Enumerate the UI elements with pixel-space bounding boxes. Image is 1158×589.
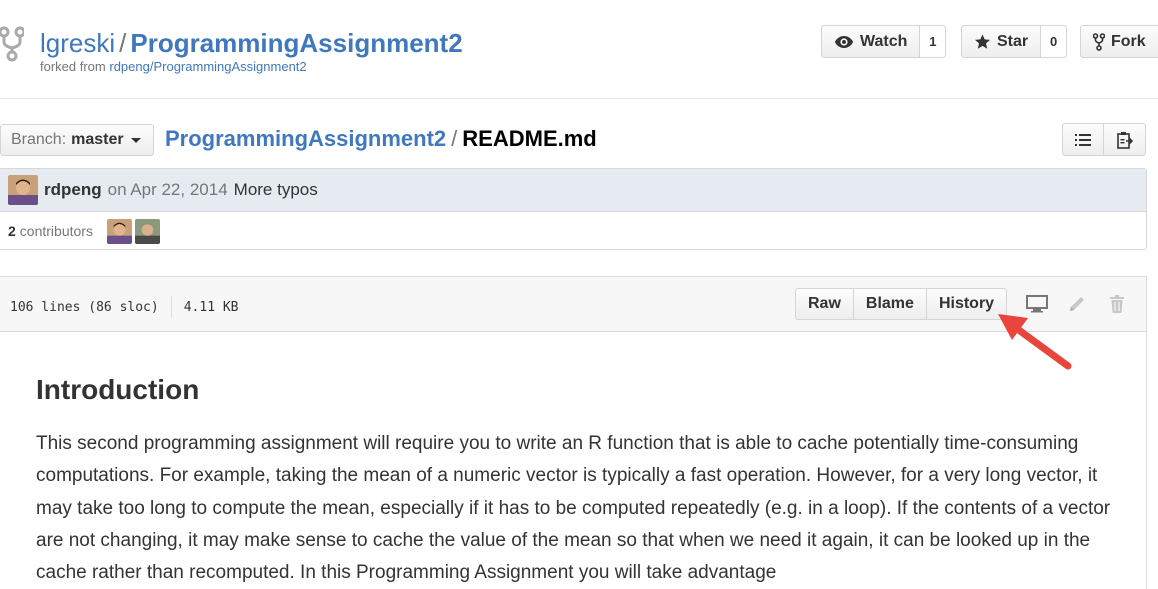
latest-commit: rdpeng on Apr 22, 2014 More typos xyxy=(0,169,1146,212)
pencil-icon[interactable] xyxy=(1066,293,1088,315)
commit-message-link[interactable]: More typos xyxy=(234,180,318,200)
file-actions: Raw Blame History xyxy=(795,288,1008,320)
breadcrumb-separator: / xyxy=(451,126,458,151)
commit-author-link[interactable]: rdpeng xyxy=(44,180,102,200)
contributors-count: 2 xyxy=(8,223,16,239)
forked-from-prefix: forked from xyxy=(40,59,106,74)
repo-owner-link[interactable]: lgreski xyxy=(40,28,115,58)
history-button[interactable]: History xyxy=(926,288,1008,320)
file-size: 4.11 KB xyxy=(183,299,239,315)
star-count[interactable]: 0 xyxy=(1041,25,1068,58)
desktop-icon[interactable] xyxy=(1026,293,1048,315)
contributor-avatars xyxy=(106,218,160,244)
file-icon-actions xyxy=(1026,293,1128,315)
avatar[interactable] xyxy=(8,175,38,205)
fork-icon xyxy=(1093,32,1105,51)
fork-group: Fork xyxy=(1080,25,1158,58)
trash-icon[interactable] xyxy=(1106,293,1128,315)
view-switch xyxy=(1062,123,1146,156)
breadcrumb-root-link[interactable]: ProgrammingAssignment2 xyxy=(165,126,446,151)
repo-title-separator: / xyxy=(119,28,127,58)
star-icon xyxy=(975,34,990,49)
avatar[interactable] xyxy=(134,218,160,244)
repo-header: lgreski / ProgrammingAssignment2 forked fr… xyxy=(0,0,1158,99)
forked-from: forked from rdpeng/ProgrammingAssignment… xyxy=(40,59,307,74)
file-info: 106 lines (86 sloc) 4.11 KB xyxy=(10,296,239,318)
watch-count[interactable]: 1 xyxy=(920,25,947,58)
eye-icon xyxy=(835,35,853,48)
readme-paragraph: This second programming assignment will … xyxy=(36,433,1111,584)
repo-name-link[interactable]: ProgrammingAssignment2 xyxy=(130,28,462,58)
branch-value: master xyxy=(71,131,124,148)
breadcrumb: ProgrammingAssignment2/README.md xyxy=(165,125,597,153)
copy-path-button[interactable] xyxy=(1104,123,1146,156)
file-viewer: 106 lines (86 sloc) 4.11 KB Raw Blame Hi… xyxy=(0,276,1147,589)
readme-content: Introduction This second programming ass… xyxy=(0,332,1146,589)
commit-date: on Apr 22, 2014 xyxy=(107,180,228,199)
readme-heading: Introduction xyxy=(36,374,200,405)
list-icon xyxy=(1075,133,1091,146)
file-header: 106 lines (86 sloc) 4.11 KB Raw Blame Hi… xyxy=(0,277,1146,332)
raw-button[interactable]: Raw xyxy=(795,288,854,320)
branch-label: Branch: xyxy=(11,131,67,148)
avatar[interactable] xyxy=(106,218,132,244)
blame-button[interactable]: Blame xyxy=(853,288,927,320)
forked-from-link[interactable]: rdpeng/ProgrammingAssignment2 xyxy=(109,59,306,74)
repo-forked-icon xyxy=(0,26,24,62)
watch-group: Watch 1 xyxy=(821,25,947,58)
caret-down-icon xyxy=(130,137,141,143)
fork-label: Fork xyxy=(1111,32,1146,50)
file-lines: 106 lines (86 sloc) xyxy=(10,299,159,315)
breadcrumb-file: README.md xyxy=(462,126,597,151)
star-label: Star xyxy=(997,32,1029,50)
contributors: 2 contributors xyxy=(0,212,1146,250)
file-info-divider xyxy=(170,296,172,318)
contributors-label: contributors xyxy=(19,223,93,239)
watch-button[interactable]: Watch xyxy=(821,25,921,58)
commit-tease: rdpeng on Apr 22, 2014 More typos 2 cont… xyxy=(0,168,1147,250)
list-view-button[interactable] xyxy=(1062,123,1104,156)
star-button[interactable]: Star xyxy=(961,25,1042,58)
clippy-icon xyxy=(1116,131,1133,149)
star-group: Star 0 xyxy=(961,25,1068,58)
watch-label: Watch xyxy=(860,32,908,50)
repo-title: lgreski / ProgrammingAssignment2 xyxy=(40,28,463,58)
fork-button[interactable]: Fork xyxy=(1080,25,1158,58)
branch-selector[interactable]: Branch: master xyxy=(0,124,154,156)
